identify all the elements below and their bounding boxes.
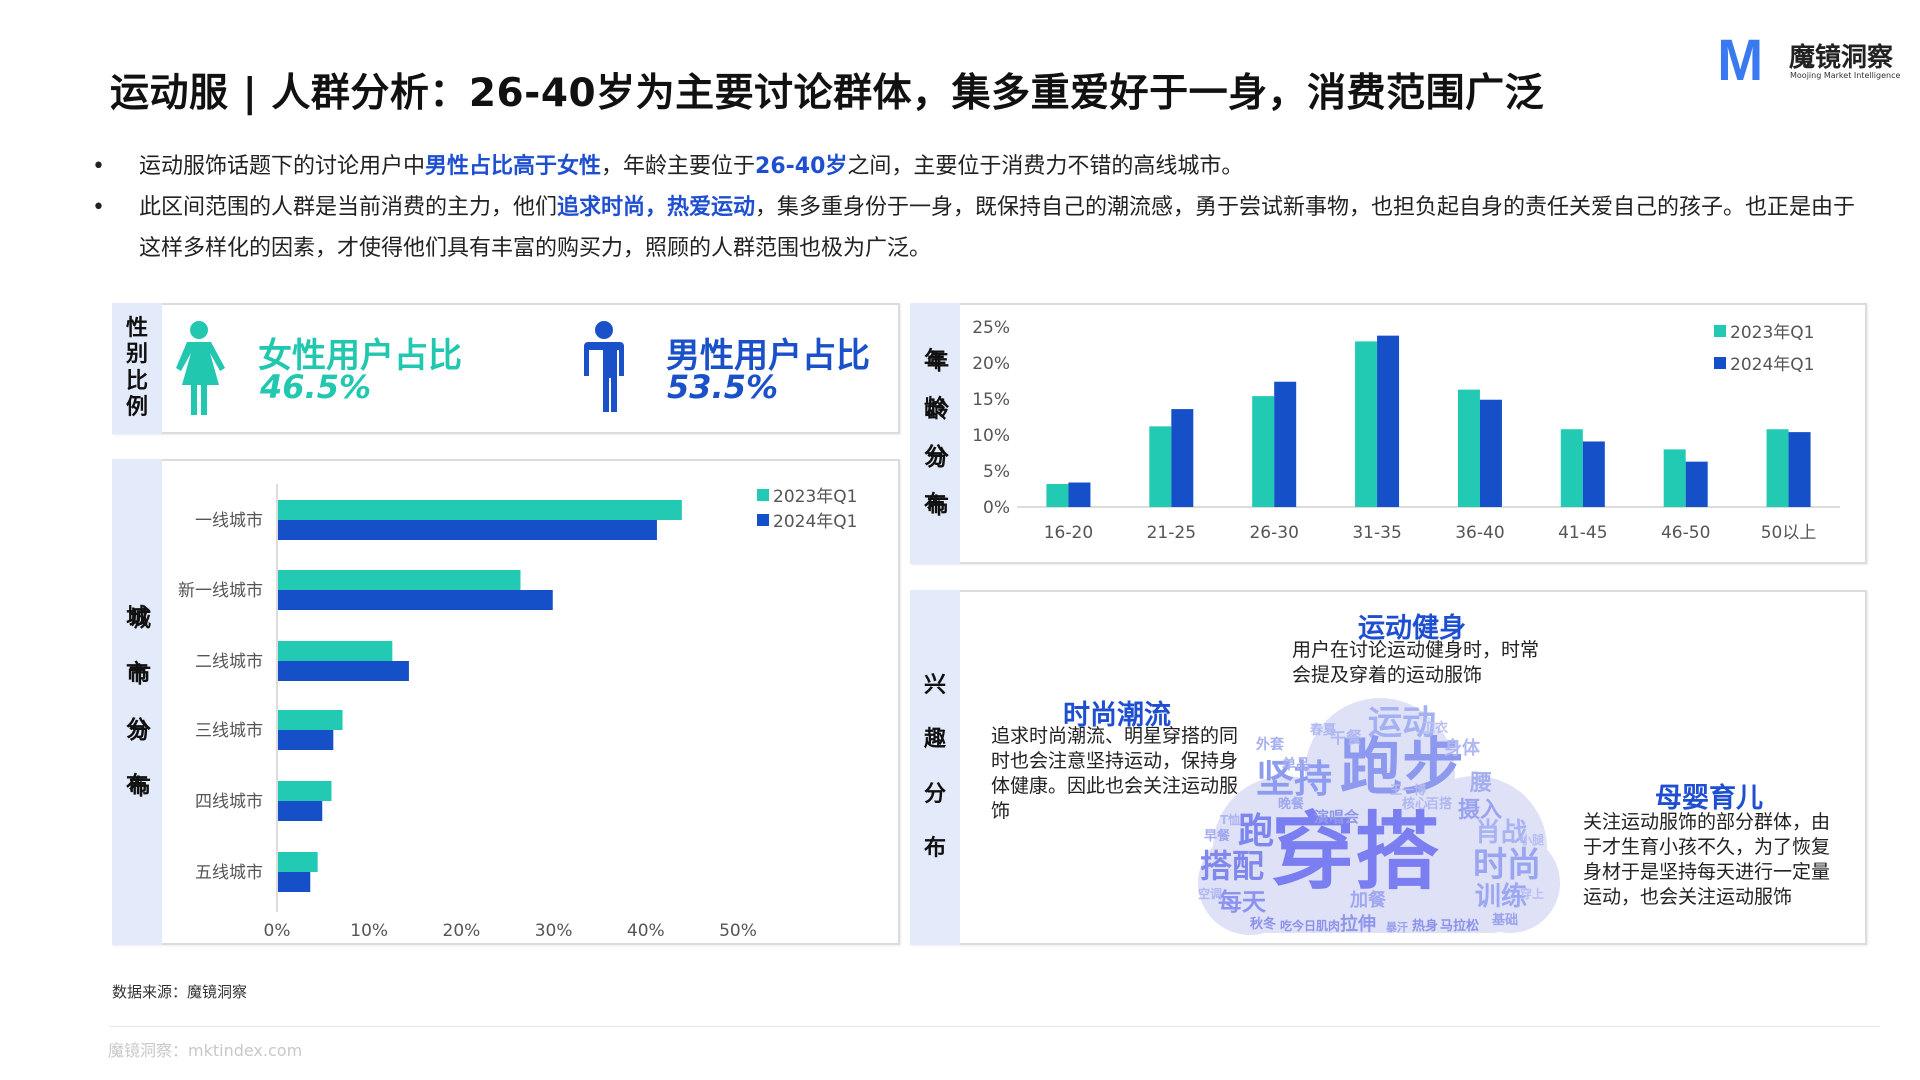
bar-2024	[1171, 409, 1193, 507]
word: T恤	[1220, 814, 1240, 826]
category-label: 31-35	[1352, 523, 1401, 543]
category-label: 四线城市	[195, 792, 263, 812]
category-label: 五线城市	[195, 863, 263, 883]
interest-desc-fitness: 用户在讨论运动健身时，时常会提及穿着的运动服饰	[1292, 638, 1544, 688]
bar-2024	[1480, 400, 1502, 507]
bar-2023	[1664, 449, 1686, 507]
interest-desc-parenting: 关注运动服饰的部分群体，由于才生育小孩不久，为了恢复身材于是坚持每天进行一定量运…	[1583, 810, 1835, 910]
bar-2024	[278, 872, 310, 892]
legend-item-2024: 2024年Q1	[1714, 350, 1814, 375]
word: 小腿	[1520, 834, 1544, 846]
age-bar-chart: 0% 5% 10% 15% 20% 25% 16-20 21-25 26-30 31-35 36-4…	[0, 0, 1920, 600]
word-cloud: 穿搭 跑步 运动 坚持 跑 搭配 每天 时尚 训练 肖战 腰 摄入 拉伸 加餐 …	[1190, 698, 1562, 938]
x-tick-label: 40%	[627, 921, 665, 941]
word: 外套	[1256, 738, 1284, 752]
y-tick-label: 5%	[983, 462, 1010, 482]
bar-2024	[1583, 441, 1605, 507]
bar-2023	[278, 710, 343, 730]
y-tick-label: 15%	[972, 390, 1010, 410]
bar-2023	[278, 781, 331, 801]
bar-2024	[278, 730, 333, 750]
word: 身体	[1444, 740, 1480, 758]
label-char: 布	[924, 836, 946, 862]
word: 穿上	[1520, 888, 1544, 900]
data-source: 数据来源：魔镜洞察	[112, 981, 247, 1002]
bar-2023	[278, 852, 318, 872]
x-tick-label: 10%	[350, 921, 388, 941]
legend-item-2023: 2023年Q1	[1714, 318, 1814, 343]
word: 王一博	[1390, 784, 1426, 796]
word: 演唱会	[1314, 810, 1359, 825]
legend-label: 2023年Q1	[1730, 318, 1814, 343]
word: 晚餐	[1278, 798, 1304, 811]
bar-2023	[1046, 484, 1068, 507]
word: 春夏	[1310, 724, 1336, 737]
footer-divider	[110, 1026, 1880, 1027]
bar-2024	[1686, 462, 1708, 507]
label-char: 分	[924, 782, 946, 808]
bar-2024	[1274, 382, 1296, 507]
bar-2023	[1355, 341, 1377, 507]
word: 加餐	[1350, 892, 1386, 910]
x-tick-label: 0%	[264, 921, 291, 941]
word: 百搭	[1426, 798, 1452, 811]
bar-2024	[1789, 432, 1811, 507]
word: 摄入	[1458, 800, 1502, 822]
category-label: 50以上	[1761, 523, 1817, 543]
word: 拉伸	[1340, 916, 1376, 934]
word: 空调	[1198, 888, 1222, 900]
y-tick-label: 25%	[972, 318, 1010, 338]
word: 时尚	[1473, 848, 1541, 882]
category-label: 36-40	[1455, 523, 1504, 543]
word: 暴汗	[1386, 922, 1408, 933]
y-tick-label: 20%	[972, 354, 1010, 374]
category-label: 16-20	[1044, 523, 1093, 543]
category-label: 三线城市	[195, 721, 263, 741]
bar-2023	[1561, 429, 1583, 507]
bar-2023	[1767, 429, 1789, 507]
category-label: 二线城市	[195, 652, 263, 672]
bar-2023	[1458, 390, 1480, 507]
bar-2024	[278, 661, 409, 681]
word: 基础	[1492, 914, 1518, 927]
y-tick-label: 10%	[972, 426, 1010, 446]
word: 秋冬	[1250, 918, 1276, 931]
label-char: 趣	[924, 727, 946, 753]
y-tick-label: 0%	[983, 498, 1010, 518]
legend-swatch	[1714, 325, 1726, 337]
interest-label: 兴趣分布	[910, 590, 960, 945]
x-tick-label: 20%	[443, 921, 481, 941]
bar-2023	[278, 641, 392, 661]
word: 吃今日肌肉	[1280, 920, 1340, 932]
legend-swatch	[1714, 357, 1726, 369]
label-char: 兴	[924, 673, 946, 699]
bar-2024	[1068, 483, 1090, 507]
bar-2023	[1149, 426, 1171, 507]
bar-2024	[1377, 336, 1399, 507]
word: 单品	[1282, 758, 1310, 772]
x-tick-label: 50%	[719, 921, 757, 941]
word: 早餐	[1204, 830, 1230, 843]
category-label: 21-25	[1147, 523, 1196, 543]
x-tick-label: 30%	[535, 921, 573, 941]
word: 核心	[1402, 798, 1428, 811]
category-label: 46-50	[1661, 523, 1710, 543]
bar-2023	[1252, 396, 1274, 507]
legend-label: 2024年Q1	[1730, 350, 1814, 375]
word: 热身	[1412, 920, 1438, 933]
word: 跑	[1238, 814, 1274, 850]
footer-watermark: 魔镜洞察：mktindex.com	[108, 1037, 302, 1061]
word: 卫衣	[1422, 722, 1448, 735]
word: 每天	[1218, 890, 1266, 914]
bar-2024	[278, 801, 322, 821]
word: 搭配	[1200, 850, 1264, 882]
word: 马拉松	[1440, 920, 1479, 933]
word: 腰	[1470, 773, 1492, 795]
category-label: 41-45	[1558, 523, 1607, 543]
category-label: 26-30	[1249, 523, 1298, 543]
